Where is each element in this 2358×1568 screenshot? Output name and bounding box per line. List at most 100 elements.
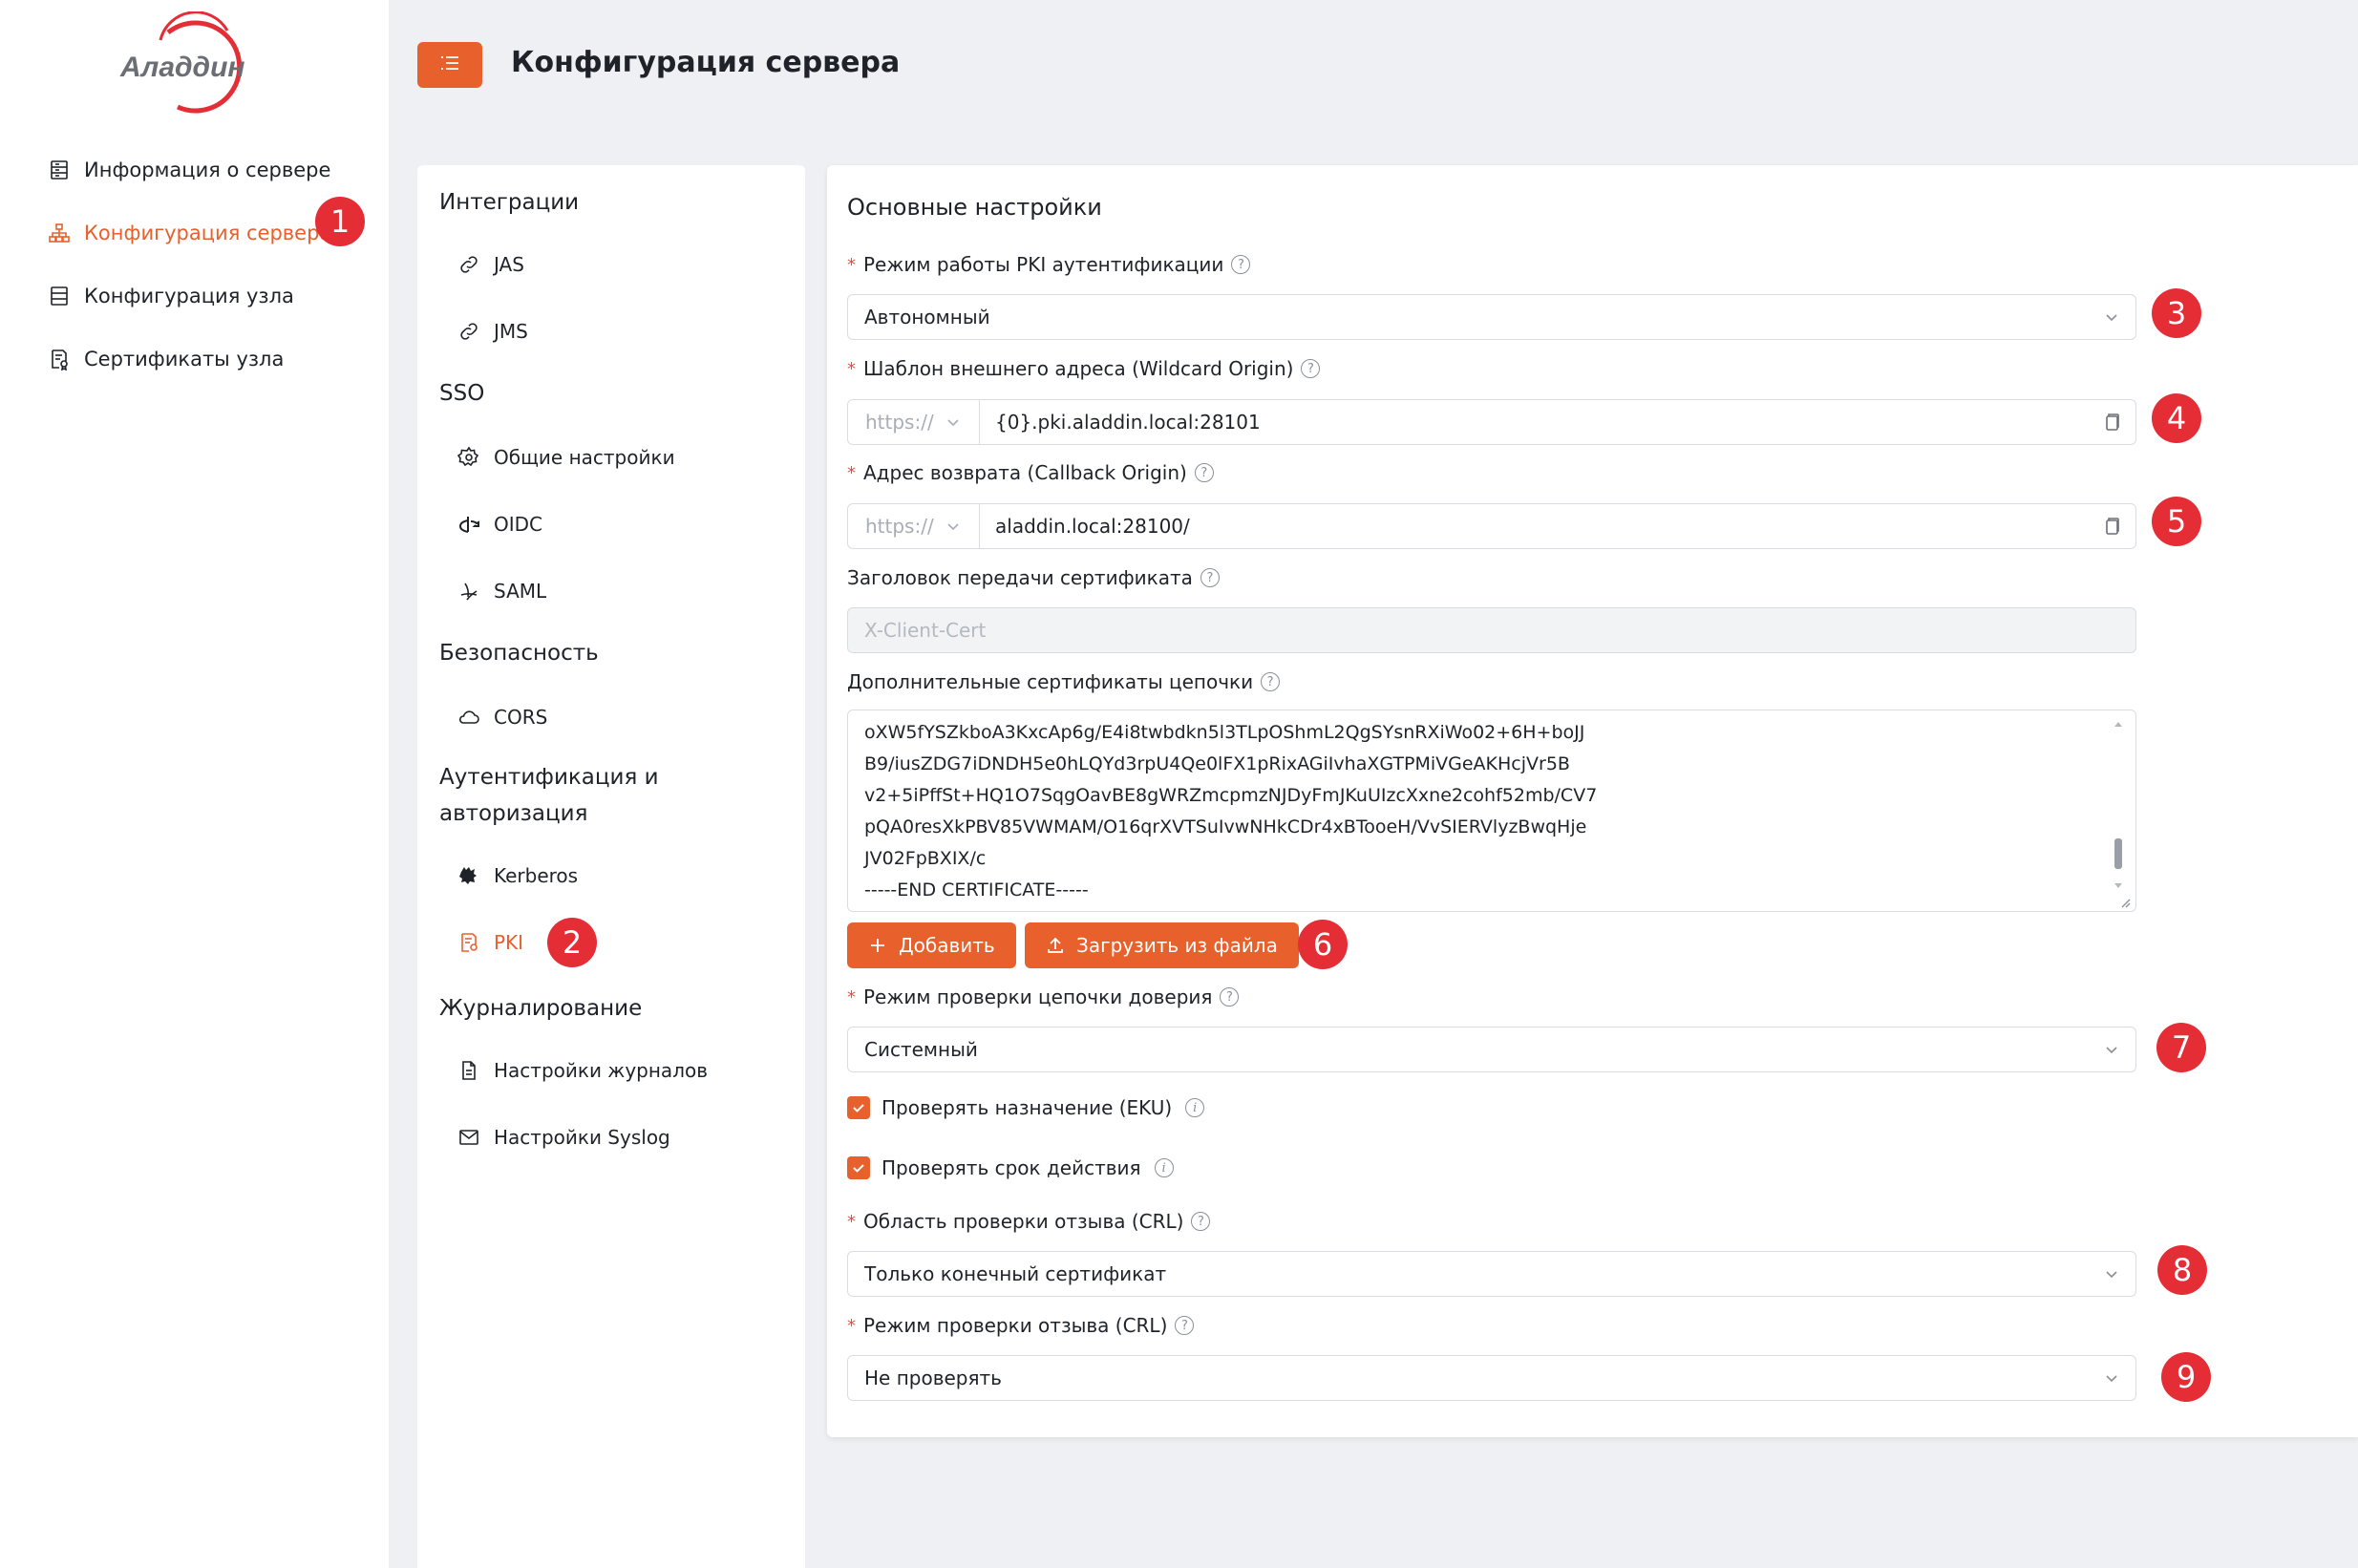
annotation-badge-6: 6: [1298, 920, 1348, 969]
help-icon[interactable]: ?: [1194, 463, 1214, 482]
crl-scope-select[interactable]: Только конечный сертификат: [847, 1251, 2136, 1297]
cert-line: v2+5iPffSt+HQ1O7SqgOavBE8gWRZmcpmzNJDyFm…: [864, 785, 1598, 806]
placeholder-text: X-Client-Cert: [864, 619, 987, 642]
checkbox-checked-icon[interactable]: [847, 1156, 870, 1179]
check-eku-checkbox[interactable]: Проверять назначение (EKU) i: [847, 1096, 1205, 1119]
help-icon[interactable]: ?: [1261, 672, 1281, 691]
annotation-badge-9: 9: [2161, 1352, 2211, 1402]
copy-icon[interactable]: [2101, 412, 2122, 433]
app-sidebar: Аладдин Информация о сервере Конфигураци…: [0, 0, 389, 1568]
scheme-select[interactable]: https://: [848, 504, 980, 548]
wildcard-origin-input[interactable]: https:// {0}.pki.aladdin.local:28101: [847, 399, 2136, 445]
resize-handle-icon[interactable]: [2118, 896, 2132, 909]
sitemap-icon: [48, 222, 71, 244]
subnav-item-label: Kerberos: [494, 864, 579, 887]
info-icon[interactable]: i: [1154, 1158, 1174, 1177]
saml-icon: [457, 580, 480, 603]
field-label-text: Режим проверки отзыва (CRL): [863, 1314, 1168, 1337]
subnav-group-auth: Аутентификация и авторизация: [439, 765, 659, 826]
subnav-item-saml[interactable]: SAML: [457, 572, 546, 610]
help-icon[interactable]: ?: [1175, 1316, 1195, 1335]
callback-origin-input[interactable]: https:// aladdin.local:28100/: [847, 503, 2136, 549]
pki-mode-label: * Режим работы PKI аутентификации ?: [847, 253, 1251, 276]
required-mark: *: [847, 1315, 856, 1336]
textarea-scrollbar[interactable]: [2111, 716, 2126, 903]
subnav-item-cors[interactable]: CORS: [457, 698, 547, 736]
subnav-item-kerberos[interactable]: Kerberos: [457, 857, 578, 895]
select-value: Только конечный сертификат: [864, 1262, 1167, 1285]
subnav-item-log-settings[interactable]: Настройки журналов: [457, 1051, 708, 1090]
help-icon[interactable]: ?: [1200, 568, 1220, 587]
field-label-text: Область проверки отзыва (CRL): [863, 1210, 1184, 1233]
certificate-icon: [48, 348, 71, 371]
subnav-group-logging: Журналирование: [439, 996, 643, 1021]
subnav-item-jas[interactable]: JAS: [457, 245, 524, 284]
callback-origin-value[interactable]: aladdin.local:28100/: [980, 504, 2135, 548]
cert-line: B9/iusZDG7iDNDH5e0hLQYd3rpU4Qe0lFX1pRixA…: [864, 753, 1570, 774]
subnav-item-label: Настройки журналов: [494, 1059, 708, 1082]
logo-text: Аладдин: [119, 52, 245, 83]
annotation-badge-5: 5: [2152, 497, 2201, 546]
cert-header-label: Заголовок передачи сертификата ?: [847, 566, 1220, 589]
subnav-item-oidc[interactable]: OIDC: [457, 505, 542, 543]
plus-icon: [871, 939, 884, 952]
annotation-badge-3: 3: [2152, 288, 2201, 338]
cert-line: pQA0resXkPBV85VWMAM/O16qrXVTSuIvwNHkCDr4…: [864, 816, 1587, 837]
subnav-item-general-settings[interactable]: Общие настройки: [457, 438, 675, 477]
crl-mode-select[interactable]: Не проверять: [847, 1355, 2136, 1401]
select-value: Системный: [864, 1038, 978, 1061]
sidebar-item-label: Конфигурация узла: [84, 285, 294, 307]
chevron-down-icon: [2106, 1047, 2117, 1054]
required-mark: *: [847, 986, 856, 1007]
openid-icon: [457, 513, 480, 536]
copy-icon[interactable]: [2101, 516, 2122, 537]
gear-icon: [457, 446, 480, 469]
add-button[interactable]: Добавить: [847, 922, 1016, 968]
link-icon: [457, 253, 480, 276]
kerberos-icon: [457, 864, 480, 887]
check-validity-checkbox[interactable]: Проверять срок действия i: [847, 1156, 1174, 1179]
sidebar-item-server-config[interactable]: Конфигурация сервера: [48, 214, 331, 252]
chevron-down-icon: [947, 523, 959, 531]
subnav-item-label: CORS: [494, 706, 548, 729]
settings-subnav: Интеграции JAS JMS SSO Общие настройки O…: [417, 165, 805, 1568]
subnav-item-syslog[interactable]: Настройки Syslog: [457, 1118, 670, 1156]
menu-toggle-button[interactable]: [417, 42, 482, 88]
subnav-item-label: JMS: [494, 320, 528, 343]
subnav-group-integrations: Интеграции: [439, 190, 580, 215]
wildcard-origin-value[interactable]: {0}.pki.aladdin.local:28101: [980, 400, 2135, 444]
button-label: Загрузить из файла: [1076, 934, 1278, 957]
sidebar-item-node-config[interactable]: Конфигурация узла: [48, 277, 294, 315]
checkbox-label: Проверять назначение (EKU): [882, 1096, 1173, 1119]
sidebar-item-label: Конфигурация сервера: [84, 222, 332, 244]
help-icon[interactable]: ?: [1191, 1212, 1211, 1231]
crl-mode-label: * Режим проверки отзыва (CRL) ?: [847, 1314, 1195, 1337]
scheme-select[interactable]: https://: [848, 400, 980, 444]
subnav-item-jms[interactable]: JMS: [457, 312, 528, 350]
annotation-badge-4: 4: [2152, 393, 2201, 443]
pki-mode-select[interactable]: Автономный: [847, 294, 2136, 340]
aladdin-logo[interactable]: Аладдин: [113, 11, 266, 117]
checkbox-checked-icon[interactable]: [847, 1096, 870, 1119]
cert-header-input[interactable]: X-Client-Cert: [847, 607, 2136, 653]
chain-certs-textarea[interactable]: oXW5fYSZkboA3KxcAp6g/E4i8twbdkn5l3TLpOSh…: [847, 710, 2136, 912]
help-icon[interactable]: ?: [1231, 255, 1251, 274]
chain-certs-label: Дополнительные сертификаты цепочки ?: [847, 670, 1281, 693]
checkbox-label: Проверять срок действия: [882, 1156, 1141, 1179]
help-icon[interactable]: ?: [1220, 987, 1240, 1006]
subnav-item-label: OIDC: [494, 513, 543, 536]
menu-list-icon: [440, 55, 459, 74]
help-icon[interactable]: ?: [1301, 359, 1321, 378]
required-mark: *: [847, 1211, 856, 1232]
sidebar-item-server-info[interactable]: Информация о сервере: [48, 151, 330, 189]
cert-line: JV02FpBXIX/c: [864, 848, 987, 869]
trust-chain-mode-select[interactable]: Системный: [847, 1027, 2136, 1072]
sidebar-item-node-certificates[interactable]: Сертификаты узла: [48, 340, 284, 378]
mail-icon: [457, 1126, 480, 1149]
subnav-item-pki[interactable]: PKI: [457, 923, 523, 962]
page-title: Конфигурация сервера: [511, 46, 901, 79]
subnav-item-label: PKI: [494, 931, 524, 954]
subnav-item-label: Общие настройки: [494, 446, 675, 469]
upload-from-file-button[interactable]: Загрузить из файла: [1025, 922, 1299, 968]
info-icon[interactable]: i: [1185, 1098, 1205, 1117]
